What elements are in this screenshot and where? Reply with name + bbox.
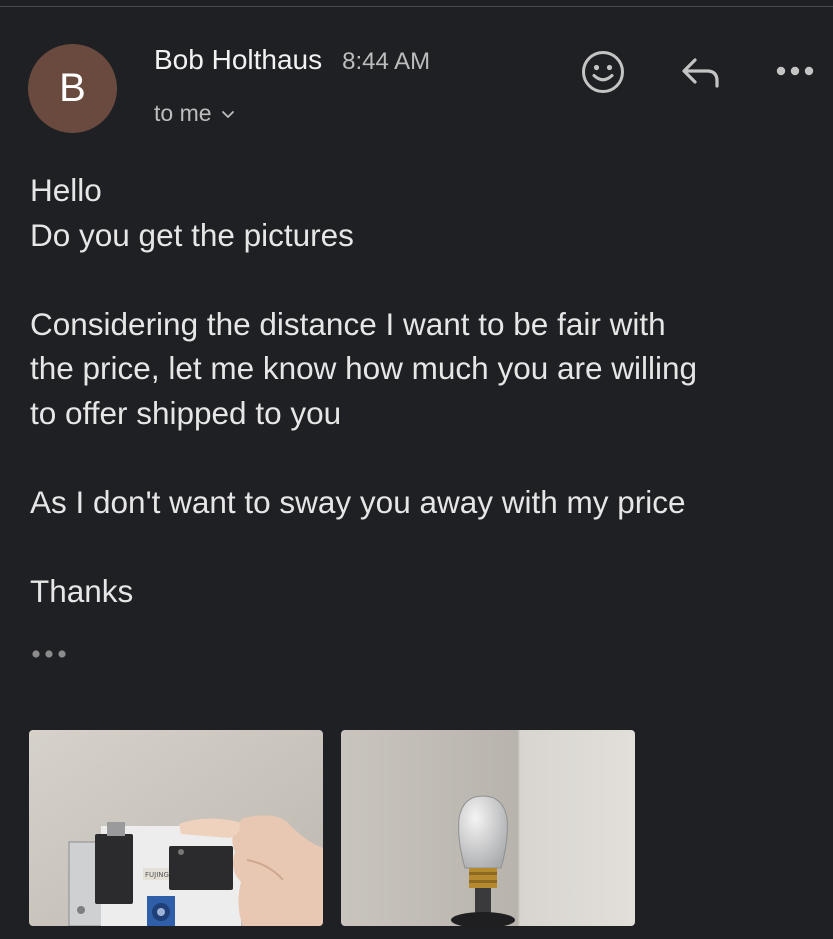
- device-label-text: FUJING: [145, 871, 169, 879]
- body-closing: Thanks: [30, 572, 134, 609]
- attachment-image-1[interactable]: FUJING: [29, 730, 323, 926]
- bulb-knob-photo: [341, 730, 635, 926]
- show-trimmed-content-button[interactable]: [30, 642, 74, 666]
- reply-icon: [682, 58, 719, 88]
- more-horizontal-icon: [776, 66, 814, 76]
- sent-time: 8:44 AM: [342, 48, 431, 75]
- body-line: Considering the distance I want to be fa…: [30, 305, 666, 342]
- chevron-down-icon: [221, 110, 234, 118]
- avatar[interactable]: B: [28, 44, 117, 133]
- sender-header: Bob Holthaus 8:44 AM: [154, 44, 430, 76]
- attachment-image-2[interactable]: [341, 730, 635, 926]
- body-line: to offer shipped to you: [30, 394, 342, 431]
- message-body: Hello Do you get the pictures Considerin…: [30, 168, 825, 613]
- reply-button[interactable]: [674, 47, 728, 97]
- body-greeting: Hello: [30, 172, 102, 208]
- sender-name[interactable]: Bob Holthaus: [154, 44, 322, 76]
- body-line: Do you get the pictures: [30, 216, 354, 253]
- smiley-icon: [582, 51, 624, 93]
- recipient-label: to me: [154, 100, 212, 126]
- top-divider: [0, 6, 833, 7]
- recipient-details-toggle[interactable]: to me: [154, 100, 236, 127]
- add-reaction-button[interactable]: [578, 47, 628, 97]
- switch-photo: FUJING: [29, 730, 323, 926]
- avatar-initial: B: [59, 66, 86, 110]
- body-line: As I don't want to sway you away with my…: [30, 483, 686, 520]
- body-line: the price, let me know how much you are …: [30, 350, 698, 386]
- ellipsis-icon: [32, 650, 66, 658]
- more-options-button[interactable]: [770, 54, 820, 88]
